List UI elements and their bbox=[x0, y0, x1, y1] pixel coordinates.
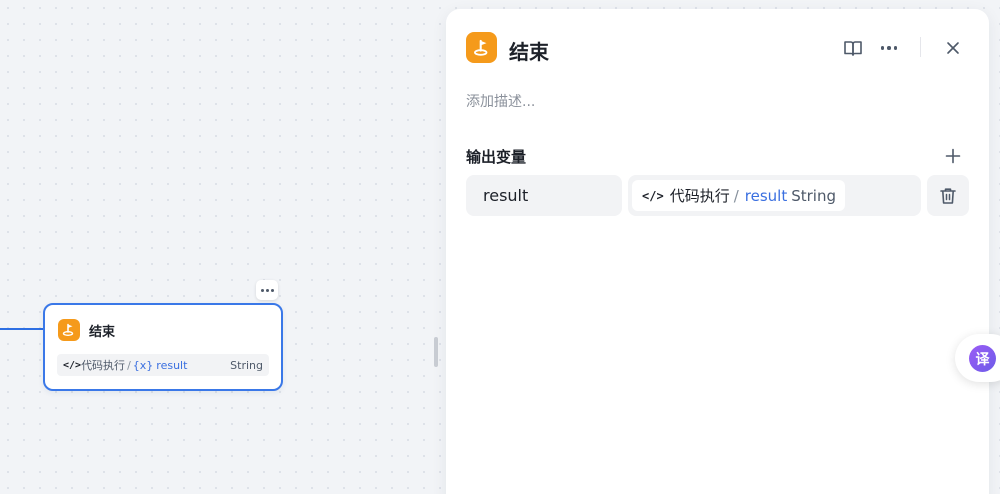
node-output-source: 代码执行 bbox=[81, 359, 126, 372]
reference-source: 代码执行 bbox=[669, 187, 730, 205]
reference-type: String bbox=[791, 186, 836, 205]
translate-button[interactable]: 译 bbox=[955, 334, 1000, 382]
node-output-separator: / bbox=[127, 358, 131, 372]
end-icon bbox=[466, 32, 497, 63]
code-icon: </> bbox=[642, 188, 664, 203]
output-section-title: 输出变量 bbox=[466, 148, 527, 166]
end-node[interactable]: 结束 </> 代码执行 / {x} result String bbox=[43, 303, 283, 391]
output-variable-row: result </> 代码执行 / result String bbox=[466, 175, 969, 217]
connection-edge bbox=[0, 328, 46, 330]
node-title: 结束 bbox=[89, 324, 116, 340]
variable-reference-chip[interactable]: </> 代码执行 / result String bbox=[632, 180, 845, 211]
node-more-button[interactable] bbox=[256, 280, 278, 300]
description-input[interactable]: 添加描述... bbox=[466, 91, 535, 111]
code-icon: </> bbox=[63, 359, 82, 371]
reference-variable: result bbox=[744, 186, 788, 205]
output-name-input[interactable]: result bbox=[466, 175, 622, 216]
node-output-type: String bbox=[230, 358, 263, 372]
close-icon[interactable] bbox=[942, 37, 964, 59]
end-icon bbox=[58, 319, 80, 341]
output-reference-select[interactable]: </> 代码执行 / result String bbox=[628, 175, 921, 216]
book-icon[interactable] bbox=[842, 37, 864, 59]
panel-resize-handle[interactable] bbox=[434, 337, 438, 367]
add-output-icon[interactable] bbox=[942, 145, 964, 167]
translate-icon: 译 bbox=[969, 345, 996, 372]
more-icon[interactable] bbox=[878, 37, 900, 59]
toolbar-divider bbox=[920, 37, 921, 57]
more-icon bbox=[260, 288, 264, 292]
node-output-row: </> 代码执行 / {x} result String bbox=[57, 354, 269, 376]
node-config-panel: 结束 添加描述... 输出变量 result </> 代码执行 / result… bbox=[446, 9, 989, 494]
panel-title[interactable]: 结束 bbox=[509, 36, 549, 65]
delete-output-button[interactable] bbox=[927, 175, 969, 216]
trash-icon bbox=[940, 187, 956, 204]
node-header: 结束 bbox=[58, 319, 115, 341]
variable-icon: {x} bbox=[132, 358, 154, 372]
node-output-variable: result bbox=[156, 358, 188, 372]
reference-separator: / bbox=[733, 186, 739, 205]
